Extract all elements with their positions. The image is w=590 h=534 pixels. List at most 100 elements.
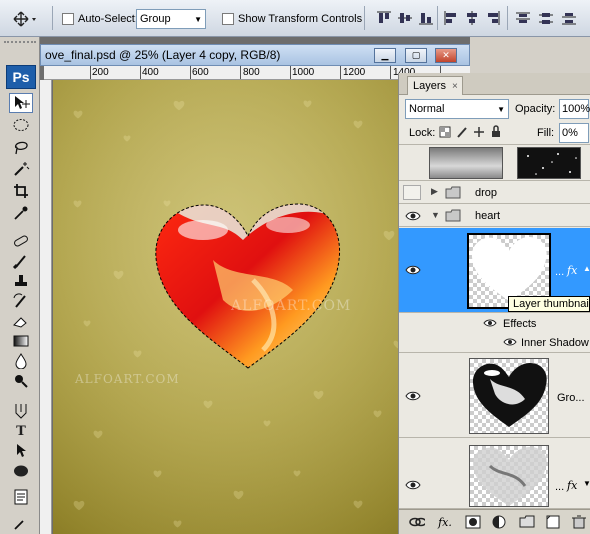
distribute-top-icon[interactable]: [515, 10, 531, 26]
align-right-icon[interactable]: [485, 10, 501, 26]
notes-tool[interactable]: [9, 487, 33, 507]
marquee-tool[interactable]: [9, 115, 33, 135]
show-transform-check-box[interactable]: [222, 13, 234, 25]
vertical-ruler[interactable]: [40, 80, 52, 534]
healing-brush-tool[interactable]: [9, 231, 33, 251]
type-tool[interactable]: T: [9, 421, 33, 441]
group-name: heart: [475, 210, 501, 222]
clone-stamp-tool[interactable]: [9, 271, 33, 291]
layer-row[interactable]: Gro...: [399, 354, 590, 438]
align-bottom-icon[interactable]: [418, 10, 434, 26]
lock-transparent-icon[interactable]: [439, 126, 451, 138]
new-group-icon[interactable]: [519, 515, 535, 529]
layer-thumbnail[interactable]: [429, 147, 503, 179]
eye-icon[interactable]: [503, 337, 517, 347]
document-title-bar[interactable]: ove_final.psd @ 25% (Layer 4 copy, RGB/8…: [40, 44, 470, 66]
type-icon: T: [16, 423, 26, 439]
opacity-field[interactable]: 100%: [559, 99, 590, 119]
new-layer-icon[interactable]: [545, 515, 561, 529]
history-brush-tool[interactable]: [9, 291, 33, 311]
pen-tool[interactable]: [9, 401, 33, 421]
toolbox-grip[interactable]: [4, 41, 36, 45]
eraser-tool[interactable]: [9, 311, 33, 331]
move-tool-preset-picker[interactable]: [12, 9, 38, 29]
inner-shadow-row[interactable]: Inner Shadow: [399, 333, 590, 353]
eye-icon[interactable]: [405, 210, 421, 222]
ellipse-tool[interactable]: [9, 461, 33, 481]
eye-icon[interactable]: [483, 318, 497, 328]
lasso-tool[interactable]: [9, 137, 33, 157]
layer-thumbnail[interactable]: [469, 445, 549, 507]
align-top-icon[interactable]: [376, 10, 392, 26]
align-left-icon[interactable]: [443, 10, 459, 26]
add-layer-style-icon[interactable]: fx.: [437, 515, 453, 529]
lock-image-icon[interactable]: [456, 126, 468, 138]
layer-row[interactable]: [399, 145, 590, 181]
layers-bottom-toolbar: fx.: [399, 509, 590, 534]
auto-select-value: Group: [140, 13, 171, 25]
toolbox: Ps T: [0, 37, 40, 534]
expand-triangle-icon[interactable]: ▶: [431, 186, 438, 197]
layer-thumbnail[interactable]: [469, 358, 549, 434]
chevron-up-icon[interactable]: ▲: [583, 264, 590, 273]
add-mask-icon[interactable]: [465, 515, 481, 529]
path-selection-tool[interactable]: [9, 441, 33, 461]
eyedropper-tool[interactable]: [9, 203, 33, 223]
layers-tab-bar: Layers ×: [399, 73, 590, 95]
lock-all-icon[interactable]: [490, 125, 502, 138]
minimize-button[interactable]: ▁: [374, 48, 396, 63]
link-layers-icon[interactable]: [409, 515, 425, 529]
align-vertical-center-icon[interactable]: [397, 10, 413, 26]
gradient-tool[interactable]: [9, 331, 33, 351]
trash-icon[interactable]: [571, 515, 587, 529]
fill-value: 0%: [562, 127, 578, 139]
eyedropper-small-icon: [14, 520, 24, 530]
brush-tool[interactable]: [9, 251, 33, 271]
blur-tool[interactable]: [9, 351, 33, 371]
adjustment-layer-icon[interactable]: [491, 515, 507, 529]
distribute-bottom-icon[interactable]: [561, 10, 577, 26]
move-tool[interactable]: [9, 93, 33, 113]
eye-icon[interactable]: [405, 479, 421, 491]
auto-select-check-box[interactable]: [62, 13, 74, 25]
layer-thumbnail-tooltip: Layer thumbnail: [508, 296, 590, 312]
eyedropper-sample-tool[interactable]: [9, 513, 33, 533]
magic-wand-tool[interactable]: [9, 159, 33, 179]
chevron-down-icon[interactable]: ▼: [583, 479, 590, 488]
tab-layers[interactable]: Layers ×: [407, 76, 463, 95]
fx-icon[interactable]: fx: [567, 264, 577, 277]
eyedropper-icon: [14, 206, 28, 220]
effects-row[interactable]: Effects: [399, 314, 590, 333]
collapse-triangle-icon[interactable]: ▼: [431, 210, 440, 220]
blend-mode-dropdown[interactable]: Normal ▼: [405, 99, 509, 119]
lock-position-icon[interactable]: [473, 126, 485, 138]
fx-icon[interactable]: fx: [567, 479, 577, 492]
layer-group-drop[interactable]: ▶ drop: [399, 182, 590, 204]
document-title: ove_final.psd @ 25% (Layer 4 copy, RGB/8…: [45, 48, 281, 62]
layer-group-heart[interactable]: ▼ heart: [399, 205, 590, 227]
align-horizontal-center-icon[interactable]: [464, 10, 480, 26]
close-button[interactable]: ✕: [435, 48, 457, 63]
layer-row[interactable]: ... fx ▼: [399, 439, 590, 509]
layer-mask-thumbnail[interactable]: [517, 147, 581, 179]
eye-icon[interactable]: [405, 390, 421, 402]
maximize-button[interactable]: ▢: [405, 48, 427, 63]
eye-icon[interactable]: [405, 264, 421, 276]
watermark-center: ALFOART.COM: [231, 298, 352, 314]
gradient-icon: [13, 335, 29, 347]
auto-select-dropdown[interactable]: Group ▼: [136, 9, 206, 29]
distribute-vertical-center-icon[interactable]: [538, 10, 554, 26]
eraser-icon: [13, 317, 27, 328]
crop-tool[interactable]: [9, 181, 33, 201]
fill-field[interactable]: 0%: [559, 123, 589, 143]
dodge-tool[interactable]: [9, 371, 33, 391]
glass-heart-artwork: [155, 203, 341, 369]
show-transform-controls-checkbox[interactable]: Show Transform Controls: [222, 9, 362, 29]
photoshop-logo[interactable]: Ps: [6, 65, 36, 89]
visibility-toggle-empty[interactable]: [403, 185, 421, 200]
close-icon: ✕: [442, 50, 450, 60]
pen-icon: [15, 404, 27, 419]
close-tab-icon[interactable]: ×: [452, 81, 458, 92]
chevron-down-icon: ▼: [497, 104, 505, 114]
auto-select-checkbox[interactable]: Auto-Select:: [62, 9, 138, 29]
